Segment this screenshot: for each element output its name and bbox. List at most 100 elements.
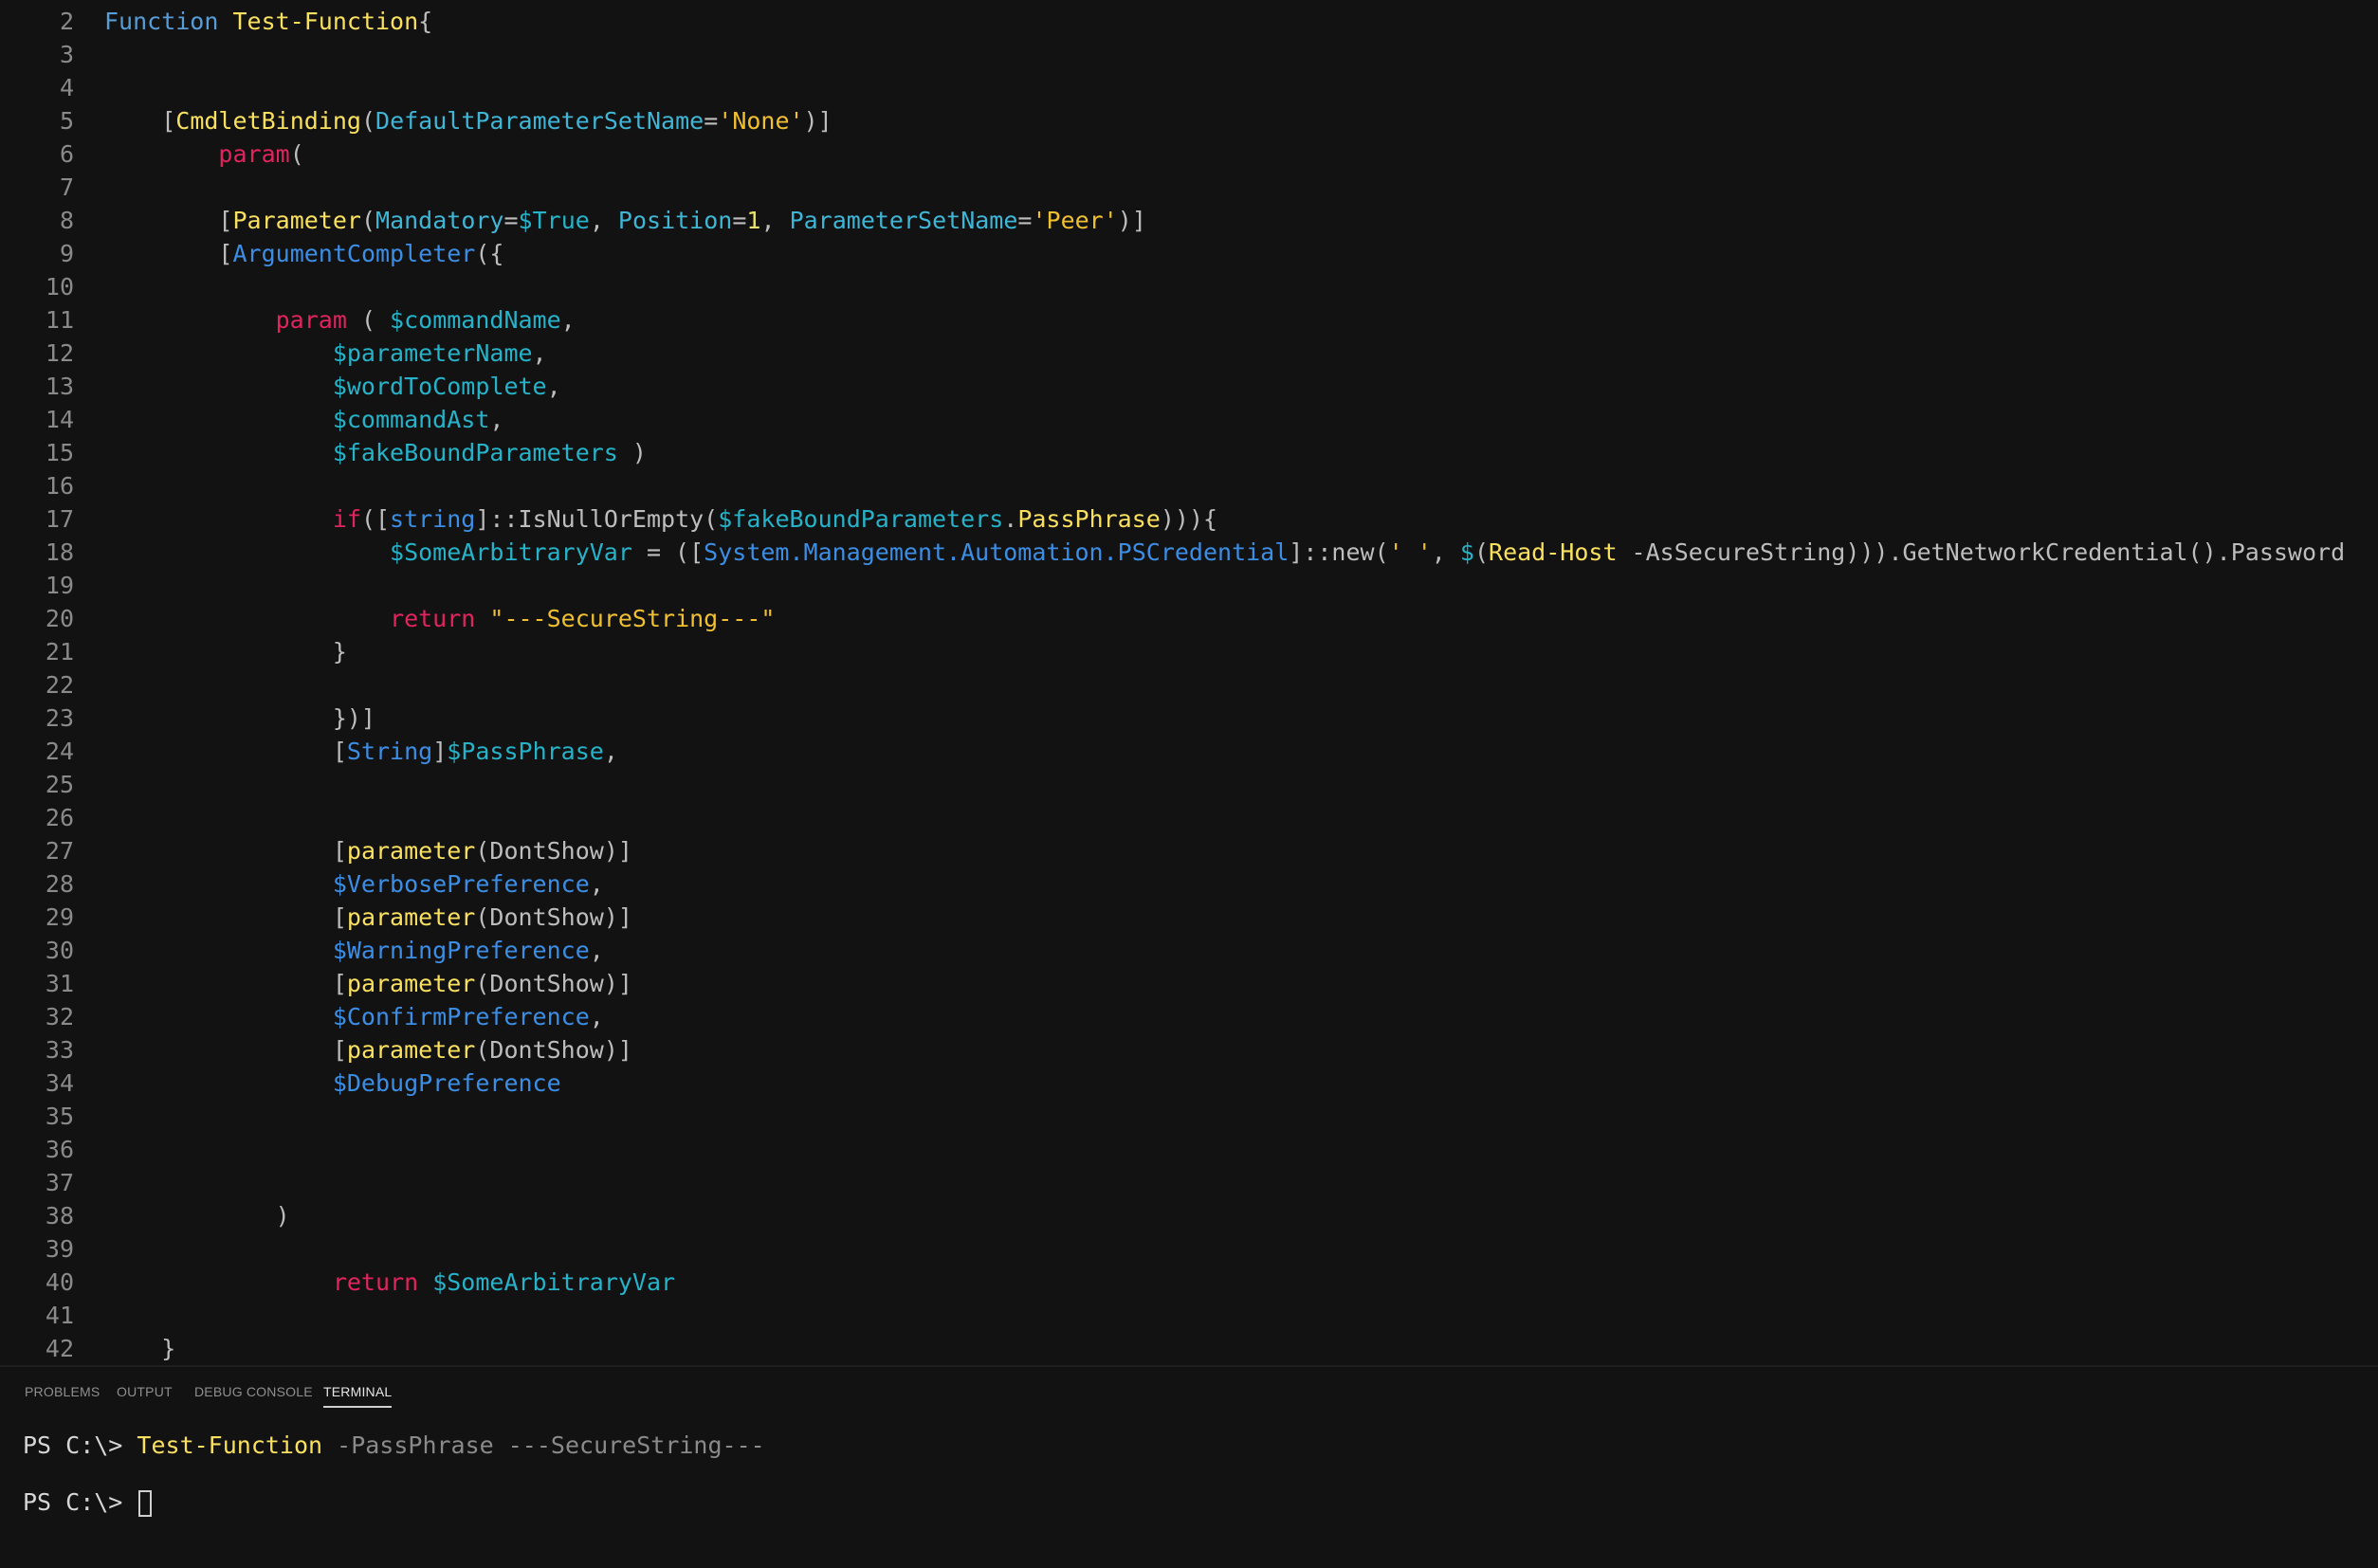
code-line: 35: [0, 1100, 2378, 1133]
code-token: $SomeArbitraryVar: [390, 538, 632, 566]
code-token: ,: [589, 937, 604, 964]
code-token: -AsSecureString: [1617, 538, 1846, 566]
code-token: $fakeBoundParameters: [332, 439, 618, 466]
code-token: Test-Function: [232, 8, 419, 35]
line-number: 10: [45, 273, 74, 301]
code-token: (: [360, 107, 376, 135]
line-number: 13: [45, 373, 74, 400]
line-number: 27: [45, 837, 74, 865]
code-token: String: [346, 738, 433, 765]
line-number: 8: [59, 207, 74, 234]
code-token: (DontShow)]: [475, 970, 632, 997]
code-token: ,: [1431, 538, 1460, 566]
code-token: $PassPhrase: [447, 738, 604, 765]
code-token: $wordToComplete: [332, 373, 547, 400]
code-text: [CmdletBinding(DefaultParameterSetName='…: [104, 104, 832, 137]
code-text: [ArgumentCompleter({: [104, 237, 503, 270]
line-number: 37: [45, 1169, 74, 1196]
code-token: $DebugPreference: [332, 1069, 561, 1097]
code-line: 42 }: [0, 1332, 2378, 1365]
code-token: (: [360, 207, 376, 234]
code-line: 31 [parameter(DontShow)]: [0, 967, 2378, 1000]
code-token: $commandName: [390, 306, 561, 334]
line-number: 28: [45, 870, 74, 898]
code-token: [: [218, 240, 233, 267]
code-text: [parameter(DontShow)]: [104, 967, 632, 1000]
line-number: 32: [45, 1003, 74, 1030]
line-number: 9: [59, 240, 74, 267]
code-text: Function Test-Function{: [104, 5, 432, 38]
tab-terminal[interactable]: TERMINAL: [323, 1384, 393, 1408]
code-line: 21 }: [0, 635, 2378, 668]
code-line: 37: [0, 1166, 2378, 1199]
line-number: 4: [59, 74, 74, 101]
code-line: 15 $fakeBoundParameters ): [0, 436, 2378, 469]
code-text: $DebugPreference: [104, 1067, 561, 1100]
code-token: $fakeBoundParameters: [718, 505, 1004, 533]
code-token: ([: [360, 505, 391, 533]
code-token: .: [1003, 505, 1018, 533]
code-line: 33 [parameter(DontShow)]: [0, 1033, 2378, 1067]
code-token: =: [704, 107, 719, 135]
line-number: 34: [45, 1069, 74, 1097]
code-line: 9 [ArgumentCompleter({: [0, 237, 2378, 270]
code-token: "---SecureString---": [489, 605, 776, 632]
code-token: )]: [1117, 207, 1146, 234]
code-token: param: [275, 306, 347, 334]
code-line: 5 [CmdletBinding(DefaultParameterSetName…: [0, 104, 2378, 137]
code-token: $WarningPreference: [332, 937, 590, 964]
tab-problems[interactable]: PROBLEMS: [25, 1384, 100, 1406]
code-editor[interactable]: 2 Function Test-Function{3 4 5 [CmdletBindi…: [0, 0, 2378, 1365]
code-token: $ConfirmPreference: [332, 1003, 590, 1030]
code-token: [: [332, 903, 347, 931]
line-number: 17: [45, 505, 74, 533]
code-token: Function: [104, 8, 219, 35]
bottom-panel: PROBLEMS OUTPUT DEBUG CONSOLE TERMINAL P…: [0, 1365, 2378, 1568]
tab-debug-console[interactable]: DEBUG CONSOLE: [194, 1384, 313, 1406]
terminal-line: PS C:\>: [23, 1486, 153, 1519]
code-token: =: [503, 207, 519, 234]
code-token: ,: [603, 738, 618, 765]
code-token: })]: [332, 704, 375, 732]
code-token: (DontShow)]: [475, 903, 632, 931]
code-token: ]::IsNullOrEmpty(: [475, 505, 719, 533]
code-token: Read-Host: [1489, 538, 1618, 566]
code-line: 32 $ConfirmPreference,: [0, 1000, 2378, 1033]
line-number: 25: [45, 771, 74, 798]
code-text: [parameter(DontShow)]: [104, 1033, 632, 1067]
line-number: 35: [45, 1103, 74, 1130]
code-token: ,: [760, 207, 790, 234]
code-line: 16: [0, 469, 2378, 502]
code-token: ))).GetNetworkCredential().Password: [1845, 538, 2346, 566]
code-token: =: [1017, 207, 1033, 234]
code-token: [: [332, 970, 347, 997]
code-line: 7: [0, 171, 2378, 204]
terminal-command: Test-Function: [137, 1431, 323, 1459]
line-number: 22: [45, 671, 74, 699]
code-line: 8 [Parameter(Mandatory=$True, Position=1…: [0, 204, 2378, 237]
code-token: ,: [560, 306, 576, 334]
code-token: PassPhrase: [1017, 505, 1161, 533]
code-token: (: [1473, 538, 1490, 566]
code-token: $: [1459, 538, 1474, 566]
code-text: [parameter(DontShow)]: [104, 901, 632, 934]
tab-output[interactable]: OUTPUT: [117, 1384, 173, 1406]
line-number: 33: [45, 1036, 74, 1064]
